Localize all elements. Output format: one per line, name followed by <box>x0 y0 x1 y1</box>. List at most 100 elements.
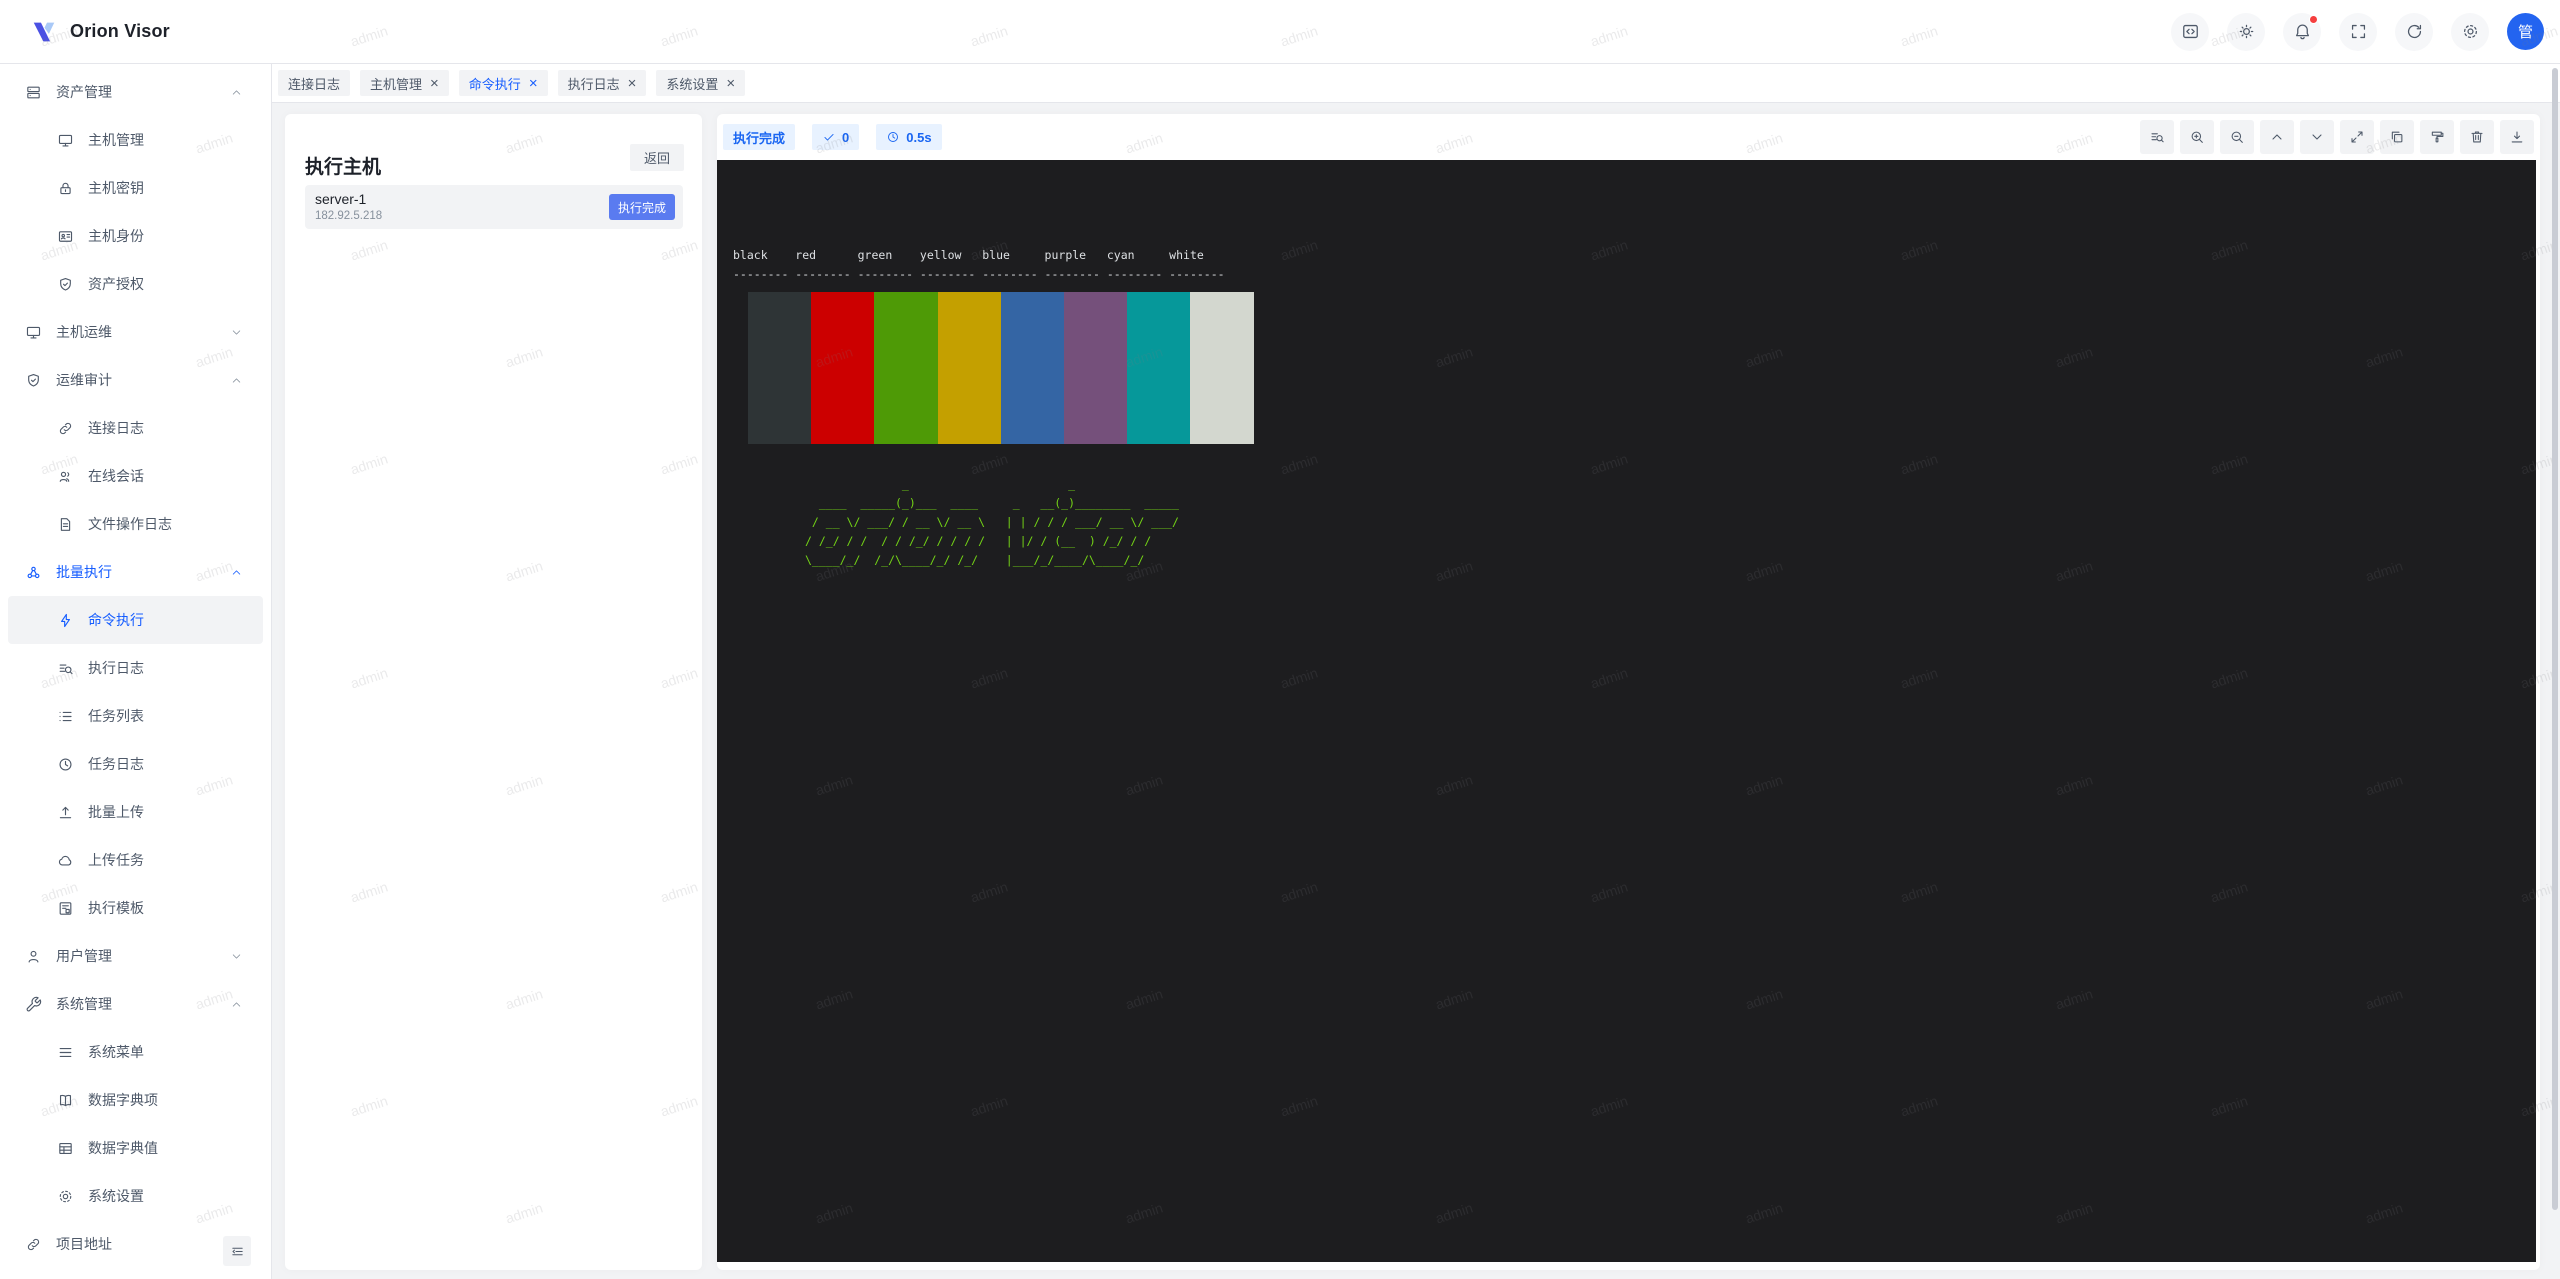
sidebar-item-host-identity[interactable]: 主机身份 <box>0 212 271 260</box>
sidebar-item-command-exec[interactable]: 命令执行 <box>8 596 263 644</box>
sidebar-item-label: 运维审计 <box>56 370 112 390</box>
users-icon <box>57 468 74 485</box>
chevron-down-button[interactable] <box>2300 120 2334 154</box>
paint-roller-button[interactable] <box>2420 120 2454 154</box>
settings-button[interactable] <box>2451 13 2489 51</box>
code-window-button[interactable] <box>2171 13 2209 51</box>
sidebar-item-label: 主机运维 <box>56 322 112 342</box>
sidebar-item-online-session[interactable]: 在线会话 <box>0 452 271 500</box>
shield-icon <box>25 372 42 389</box>
tab-close-icon[interactable]: × <box>726 76 735 91</box>
sidebar-item-label: 批量执行 <box>56 562 112 582</box>
color-block-black <box>748 292 811 444</box>
refresh-button[interactable] <box>2395 13 2433 51</box>
host-ip: 182.92.5.218 <box>315 209 382 223</box>
collapse-menu-icon <box>230 1244 245 1259</box>
expand-button[interactable] <box>2340 120 2374 154</box>
zoom-in-button[interactable] <box>2180 120 2214 154</box>
chevron-down-icon[interactable] <box>230 326 243 339</box>
sidebar-menu: 资产管理主机管理主机密钥主机身份资产授权主机运维运维审计连接日志在线会话文件操作… <box>0 68 271 1268</box>
host-name: server-1 <box>315 191 382 209</box>
menu-icon <box>57 1044 74 1061</box>
tab-connect-log[interactable]: 连接日志 <box>278 70 350 96</box>
sidebar-item-system-menu[interactable]: 系统菜单 <box>0 1028 271 1076</box>
log-search-icon <box>2149 129 2165 145</box>
sidebar-item-batch-exec[interactable]: 批量执行 <box>0 548 271 596</box>
chevron-up-icon[interactable] <box>230 374 243 387</box>
exec-status-pill: 执行完成 <box>723 124 795 150</box>
tab-close-icon[interactable]: × <box>430 76 439 91</box>
trash-button[interactable] <box>2460 120 2494 154</box>
sidebar-item-asset-grant[interactable]: 资产授权 <box>0 260 271 308</box>
sidebar-collapse-button[interactable] <box>223 1236 251 1266</box>
page: Orion Visor 管 资产管理主机管理主机密钥主机身份资产授权主机运维运维… <box>0 0 2560 1279</box>
theme-sun-icon <box>2237 22 2256 41</box>
sidebar-item-asset-mgmt[interactable]: 资产管理 <box>0 68 271 116</box>
theme-button[interactable] <box>2227 13 2265 51</box>
copy-button[interactable] <box>2380 120 2414 154</box>
sidebar-item-task-list[interactable]: 任务列表 <box>0 692 271 740</box>
log-search-icon <box>57 660 74 677</box>
page-scrollbar[interactable] <box>2552 68 2558 1210</box>
sidebar-item-connect-log[interactable]: 连接日志 <box>0 404 271 452</box>
list-icon <box>57 708 74 725</box>
duration-pill: 0.5s <box>876 124 941 150</box>
terminal-output[interactable]: black red green yellow blue purple cyan … <box>717 160 2536 1262</box>
sidebar-item-system-setting[interactable]: 系统设置 <box>0 1172 271 1220</box>
scrollbar-thumb[interactable] <box>2552 68 2558 1210</box>
tab-host-mgmt[interactable]: 主机管理× <box>360 70 449 96</box>
sidebar-item-file-op-log[interactable]: 文件操作日志 <box>0 500 271 548</box>
notification-button[interactable] <box>2283 13 2321 51</box>
sidebar-item-upload-task[interactable]: 上传任务 <box>0 836 271 884</box>
tab-close-icon[interactable]: × <box>628 76 637 91</box>
sidebar-item-label: 执行模板 <box>88 898 144 918</box>
sidebar-item-user-mgmt[interactable]: 用户管理 <box>0 932 271 980</box>
sidebar-item-dict-keys[interactable]: 数据字典项 <box>0 1076 271 1124</box>
sidebar-item-task-log[interactable]: 任务日志 <box>0 740 271 788</box>
sidebar-item-system-mgmt[interactable]: 系统管理 <box>0 980 271 1028</box>
color-block-yellow <box>938 292 1001 444</box>
zoom-out-icon <box>2229 129 2245 145</box>
tab-system-setting[interactable]: 系统设置 × <box>656 70 745 96</box>
tab-exec-log[interactable]: 执行日志× <box>558 70 647 96</box>
settings-gear-icon <box>2461 22 2480 41</box>
sidebar-item-host-mgmt[interactable]: 主机管理 <box>0 116 271 164</box>
chevron-up-button[interactable] <box>2260 120 2294 154</box>
sidebar-item-label: 主机密钥 <box>88 178 144 198</box>
link-icon <box>25 1236 42 1253</box>
exit-code-pill: 0 <box>812 124 859 150</box>
terminal-ascii-banner: _ _ ____ _____(_)___ ____ _ __(_)_______… <box>805 475 1179 570</box>
expand-icon <box>2349 129 2365 145</box>
sidebar-item-dict-values[interactable]: 数据字典值 <box>0 1124 271 1172</box>
sidebar-item-host-keys[interactable]: 主机密钥 <box>0 164 271 212</box>
sidebar-item-host-ops[interactable]: 主机运维 <box>0 308 271 356</box>
sidebar-item-batch-upload[interactable]: 批量上传 <box>0 788 271 836</box>
log-search-button[interactable] <box>2140 120 2174 154</box>
chevron-up-icon[interactable] <box>230 86 243 99</box>
download-button[interactable] <box>2500 120 2534 154</box>
cluster-icon <box>25 564 42 581</box>
tab-command-exec[interactable]: 命令执行× <box>459 70 548 96</box>
chevron-down-icon <box>2309 129 2325 145</box>
chevron-up-icon[interactable] <box>230 998 243 1011</box>
pill-label: 0.5s <box>906 130 931 145</box>
sidebar-item-ops-audit[interactable]: 运维审计 <box>0 356 271 404</box>
sidebar-item-label: 任务日志 <box>88 754 144 774</box>
tab-label: 系统设置 <box>666 74 718 93</box>
sidebar-item-exec-template[interactable]: 执行模板 <box>0 884 271 932</box>
app-logo: Orion Visor <box>0 18 170 46</box>
sidebar-item-label: 资产管理 <box>56 82 112 102</box>
exec-toolbar: 执行完成 0 0.5s <box>717 114 2540 160</box>
chevron-up-icon[interactable] <box>230 566 243 579</box>
fullscreen-button[interactable] <box>2339 13 2377 51</box>
tab-close-icon[interactable]: × <box>529 76 538 91</box>
host-list-item[interactable]: server-1 182.92.5.218 执行完成 <box>305 185 683 229</box>
sidebar-item-label: 执行日志 <box>88 658 144 678</box>
user-avatar[interactable]: 管 <box>2507 13 2544 50</box>
exec-hosts-panel: 执行主机 返回 server-1 182.92.5.218 执行完成 <box>285 114 702 1270</box>
zoom-out-button[interactable] <box>2220 120 2254 154</box>
logo-v-icon <box>30 18 58 46</box>
chevron-down-icon[interactable] <box>230 950 243 963</box>
sidebar-item-exec-log[interactable]: 执行日志 <box>0 644 271 692</box>
back-button[interactable]: 返回 <box>630 144 684 171</box>
